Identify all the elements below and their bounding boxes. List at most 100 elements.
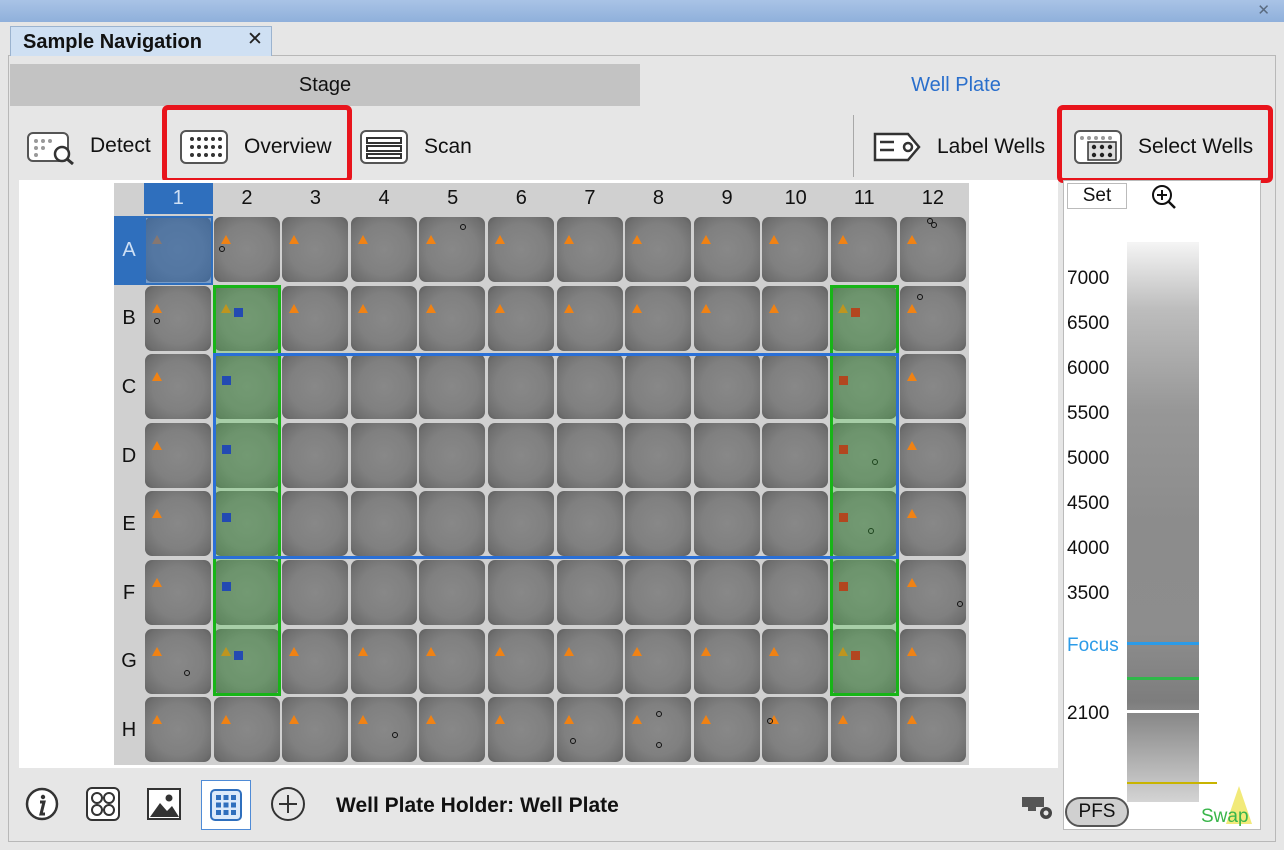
window-close-icon[interactable]: ✕ bbox=[1257, 3, 1270, 19]
well-C1[interactable] bbox=[145, 354, 211, 420]
four-wells-icon[interactable] bbox=[85, 786, 121, 822]
well-F5[interactable] bbox=[419, 560, 486, 625]
well-H8[interactable] bbox=[625, 697, 692, 763]
well-H9[interactable] bbox=[693, 697, 760, 763]
column-header-7[interactable]: 7 bbox=[556, 183, 625, 214]
row-header-H[interactable]: H bbox=[114, 696, 144, 765]
settings-gear-icon[interactable] bbox=[1020, 795, 1058, 828]
well-H2[interactable] bbox=[213, 697, 280, 763]
well-F7[interactable] bbox=[556, 560, 623, 625]
well-F6[interactable] bbox=[488, 560, 554, 625]
well-H7[interactable] bbox=[556, 697, 623, 763]
well-G9[interactable] bbox=[693, 628, 760, 694]
well-G8[interactable] bbox=[625, 628, 692, 694]
column-header-3[interactable]: 3 bbox=[281, 183, 350, 214]
detect-button[interactable]: Detect bbox=[26, 127, 151, 165]
well-H4[interactable] bbox=[350, 697, 417, 763]
row-header-C[interactable]: C bbox=[114, 353, 144, 422]
well-A7[interactable] bbox=[556, 217, 623, 282]
select-wells-highlight bbox=[1057, 105, 1273, 183]
well-G1[interactable] bbox=[145, 628, 211, 694]
column-header-4[interactable]: 4 bbox=[350, 183, 419, 214]
well-G12[interactable] bbox=[899, 628, 966, 694]
well-B3[interactable] bbox=[282, 285, 349, 351]
column-header-11[interactable]: 11 bbox=[830, 183, 899, 214]
well-H12[interactable] bbox=[899, 697, 966, 763]
add-icon[interactable] bbox=[270, 786, 306, 822]
well-B9[interactable] bbox=[693, 285, 760, 351]
well-D1[interactable] bbox=[145, 422, 211, 488]
triangle-marker bbox=[906, 372, 917, 382]
row-header-D[interactable]: D bbox=[114, 422, 144, 491]
row-header-B[interactable]: B bbox=[114, 285, 144, 354]
well-G10[interactable] bbox=[762, 628, 829, 694]
column-header-2[interactable]: 2 bbox=[213, 183, 282, 214]
well-A3[interactable] bbox=[282, 217, 349, 282]
column-header-8[interactable]: 8 bbox=[624, 183, 693, 214]
well-A11[interactable] bbox=[831, 217, 897, 282]
well-B6[interactable] bbox=[488, 285, 554, 351]
row-header-F[interactable]: F bbox=[114, 559, 144, 628]
well-B5[interactable] bbox=[419, 285, 486, 351]
well-B12[interactable] bbox=[899, 285, 966, 351]
triangle-marker bbox=[769, 646, 780, 656]
column-header-6[interactable]: 6 bbox=[487, 183, 556, 214]
well-B8[interactable] bbox=[625, 285, 692, 351]
well-F9[interactable] bbox=[693, 560, 760, 625]
segment-well-plate[interactable]: Well Plate bbox=[640, 64, 1272, 106]
well-F3[interactable] bbox=[282, 560, 349, 625]
well-D12[interactable] bbox=[899, 422, 966, 488]
segment-stage[interactable]: Stage bbox=[10, 64, 640, 106]
zoom-in-icon[interactable] bbox=[1150, 184, 1178, 217]
tab-close-icon[interactable]: ✕ bbox=[247, 28, 263, 51]
well-F1[interactable] bbox=[145, 560, 211, 625]
well-H3[interactable] bbox=[282, 697, 349, 763]
well-F8[interactable] bbox=[625, 560, 692, 625]
column-header-9[interactable]: 9 bbox=[693, 183, 762, 214]
well-H1[interactable] bbox=[145, 697, 211, 763]
well-B10[interactable] bbox=[762, 285, 829, 351]
well-E1[interactable] bbox=[145, 491, 211, 557]
well-B4[interactable] bbox=[350, 285, 417, 351]
well-C12[interactable] bbox=[899, 354, 966, 420]
well-H5[interactable] bbox=[419, 697, 486, 763]
well-G5[interactable] bbox=[419, 628, 486, 694]
z-range-bar[interactable] bbox=[1127, 242, 1199, 802]
set-button[interactable]: Set bbox=[1067, 183, 1127, 209]
well-A4[interactable] bbox=[350, 217, 417, 282]
tab-sample-navigation[interactable]: Sample Navigation ✕ bbox=[10, 26, 272, 56]
pfs-button[interactable]: PFS bbox=[1065, 797, 1129, 827]
well-F4[interactable] bbox=[350, 560, 417, 625]
swap-button[interactable]: Swap bbox=[1201, 806, 1249, 828]
column-header-5[interactable]: 5 bbox=[418, 183, 487, 214]
well-B7[interactable] bbox=[556, 285, 623, 351]
well-H6[interactable] bbox=[488, 697, 554, 763]
info-icon[interactable] bbox=[24, 786, 60, 822]
well-F12[interactable] bbox=[899, 560, 966, 625]
well-G6[interactable] bbox=[488, 628, 554, 694]
row-header-A[interactable]: A bbox=[114, 216, 144, 285]
well-plate-grid[interactable]: 1 2 3 4 5 6 7 8 9 10 11 12 A B C D E F G H bbox=[114, 183, 969, 765]
well-H11[interactable] bbox=[831, 697, 897, 763]
column-header-12[interactable]: 12 bbox=[899, 183, 968, 214]
well-F10[interactable] bbox=[762, 560, 829, 625]
well-A6[interactable] bbox=[488, 217, 554, 282]
well-G4[interactable] bbox=[350, 628, 417, 694]
well-A10[interactable] bbox=[762, 217, 829, 282]
well-A9[interactable] bbox=[693, 217, 760, 282]
row-header-E[interactable]: E bbox=[114, 490, 144, 559]
well-A5[interactable] bbox=[419, 217, 486, 282]
well-A8[interactable] bbox=[625, 217, 692, 282]
image-icon[interactable] bbox=[146, 786, 182, 822]
triangle-marker bbox=[152, 440, 162, 450]
well-G7[interactable] bbox=[556, 628, 623, 694]
well-H10[interactable] bbox=[762, 697, 829, 763]
column-header-10[interactable]: 10 bbox=[761, 183, 830, 214]
column-header-1[interactable]: 1 bbox=[144, 183, 213, 214]
well-E12[interactable] bbox=[899, 491, 966, 557]
scan-button[interactable]: Scan bbox=[360, 128, 472, 166]
row-header-G[interactable]: G bbox=[114, 628, 144, 697]
well-grid-view-icon[interactable] bbox=[201, 780, 251, 830]
well-G3[interactable] bbox=[282, 628, 349, 694]
label-wells-button[interactable]: Label Wells bbox=[872, 128, 1045, 166]
